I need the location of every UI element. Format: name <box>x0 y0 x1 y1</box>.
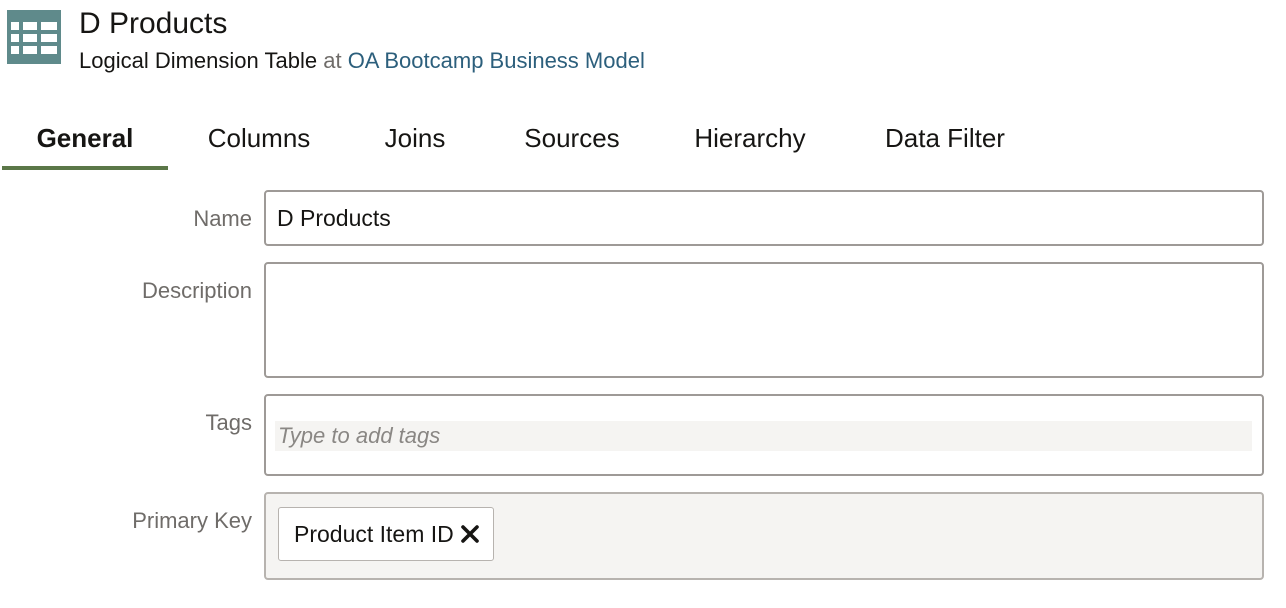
tags-field-box <box>264 394 1264 476</box>
tab-data-filter[interactable]: Data Filter <box>836 110 1054 170</box>
tab-bar: General Columns Joins Sources Hierarchy … <box>2 110 1054 170</box>
business-model-link[interactable]: OA Bootcamp Business Model <box>348 48 645 73</box>
tab-hierarchy[interactable]: Hierarchy <box>664 110 836 170</box>
tags-label: Tags <box>205 410 252 435</box>
tags-input-area <box>275 421 1252 451</box>
primary-key-chip: Product Item ID <box>278 507 494 561</box>
primary-key-label: Primary Key <box>132 508 252 533</box>
description-row: Description <box>0 262 1286 378</box>
object-type-label: Logical Dimension Table <box>79 48 318 73</box>
description-field-box <box>264 262 1264 378</box>
page-title: D Products <box>79 7 228 40</box>
tab-general[interactable]: General <box>2 110 168 170</box>
tab-joins[interactable]: Joins <box>350 110 480 170</box>
object-subtitle: Logical Dimension Table at OA Bootcamp B… <box>79 47 645 75</box>
primary-key-row: Primary Key Product Item ID <box>0 492 1286 580</box>
primary-key-field-box[interactable]: Product Item ID <box>264 492 1264 580</box>
description-textarea[interactable] <box>266 264 1262 376</box>
tags-input[interactable] <box>275 421 1252 451</box>
page-header: D Products Logical Dimension Table at OA… <box>0 0 1286 80</box>
description-label: Description <box>141 278 252 303</box>
name-field-box <box>264 190 1264 246</box>
name-row: Name <box>0 190 1286 246</box>
at-text: at <box>323 48 342 73</box>
tags-row: Tags <box>0 394 1286 476</box>
name-label: Name <box>193 206 252 231</box>
tab-sources[interactable]: Sources <box>480 110 664 170</box>
table-icon <box>7 10 61 64</box>
tab-columns[interactable]: Columns <box>168 110 350 170</box>
primary-key-chip-label: Product Item ID <box>294 520 454 547</box>
name-input[interactable] <box>266 192 1262 244</box>
close-icon[interactable] <box>460 524 480 544</box>
